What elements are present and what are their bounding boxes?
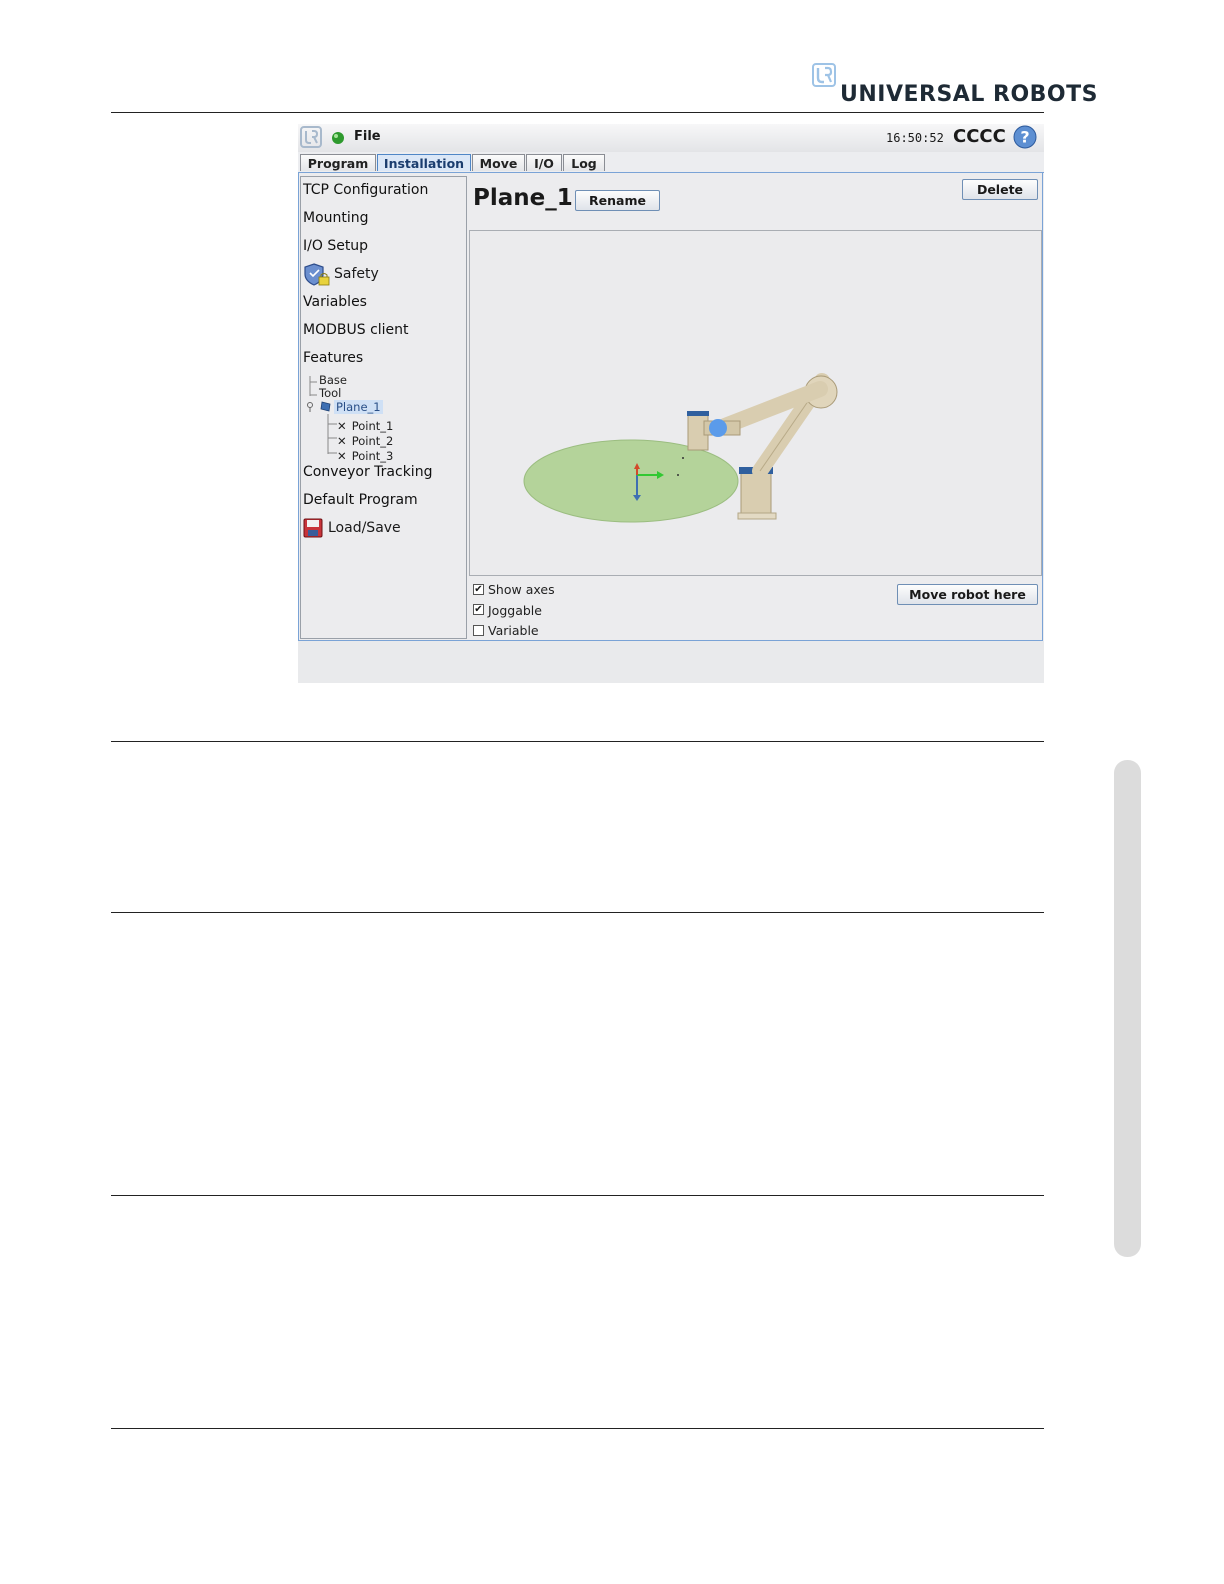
nav-load-save-label: Load/Save bbox=[328, 520, 401, 536]
help-icon[interactable]: ? bbox=[1013, 125, 1037, 149]
polyscope-window: File 16:50:52 CCCC ? Program Installatio… bbox=[298, 124, 1044, 683]
safety-shield-icon bbox=[304, 263, 330, 286]
robot-name: CCCC bbox=[953, 126, 1006, 147]
bottom-bar bbox=[298, 641, 1044, 683]
variable-label: Variable bbox=[488, 623, 539, 638]
section-rule bbox=[111, 1428, 1044, 1429]
header-rule bbox=[111, 112, 1044, 113]
show-axes-checkbox[interactable]: ✔ bbox=[473, 584, 484, 595]
move-robot-here-button[interactable]: Move robot here bbox=[897, 584, 1038, 605]
robot-scene-graphic bbox=[523, 373, 838, 523]
brand-name: UNIVERSAL ROBOTS bbox=[840, 82, 1098, 107]
joggable-label: Joggable bbox=[488, 603, 542, 618]
nav-mounting[interactable]: Mounting bbox=[303, 210, 369, 226]
top-bar: File 16:50:52 CCCC ? bbox=[298, 124, 1044, 152]
tab-program[interactable]: Program bbox=[300, 154, 376, 171]
section-rule bbox=[111, 741, 1044, 742]
tree-base[interactable]: Base bbox=[319, 373, 347, 387]
feature-title: Plane_1 bbox=[473, 185, 573, 211]
tab-move[interactable]: Move bbox=[472, 154, 525, 171]
tab-log[interactable]: Log bbox=[563, 154, 605, 171]
tab-bar: Program Installation Move I/O Log bbox=[298, 152, 1044, 173]
tab-io[interactable]: I/O bbox=[526, 154, 562, 171]
joggable-checkbox[interactable]: ✔ bbox=[473, 604, 484, 615]
tree-tool[interactable]: Tool bbox=[319, 386, 341, 400]
tree-point-3[interactable]: ✕ Point_3 bbox=[337, 445, 393, 464]
nav-conveyor-tracking[interactable]: Conveyor Tracking bbox=[303, 464, 432, 480]
nav-io-setup[interactable]: I/O Setup bbox=[303, 238, 368, 254]
delete-button[interactable]: Delete bbox=[962, 179, 1038, 200]
plane-feature-icon bbox=[320, 401, 331, 412]
universal-robots-logo-icon bbox=[812, 63, 836, 87]
nav-tcp-configuration[interactable]: TCP Configuration bbox=[303, 182, 428, 198]
ur-logo-icon bbox=[300, 126, 322, 148]
side-tab-marker bbox=[1114, 760, 1141, 1257]
rename-button[interactable]: Rename bbox=[575, 190, 660, 211]
nav-modbus-client[interactable]: MODBUS client bbox=[303, 322, 409, 338]
nav-safety[interactable]: Safety bbox=[303, 262, 423, 288]
floppy-disk-icon bbox=[303, 518, 323, 538]
file-menu[interactable]: File bbox=[354, 129, 381, 144]
installation-panel: TCP Configuration Mounting I/O Setup Saf… bbox=[298, 172, 1043, 641]
section-rule bbox=[111, 1195, 1044, 1196]
nav-safety-label: Safety bbox=[334, 266, 379, 282]
show-axes-label: Show axes bbox=[488, 582, 555, 597]
point-x-icon: ✕ bbox=[337, 449, 347, 463]
nav-variables[interactable]: Variables bbox=[303, 294, 367, 310]
nav-features[interactable]: Features bbox=[303, 350, 363, 366]
tree-point-label: Point_3 bbox=[351, 449, 394, 463]
section-rule bbox=[111, 912, 1044, 913]
tab-installation[interactable]: Installation bbox=[377, 154, 471, 171]
3d-viewport[interactable] bbox=[469, 230, 1042, 576]
tree-plane-1[interactable]: Plane_1 bbox=[334, 400, 383, 414]
nav-load-save[interactable]: Load/Save bbox=[303, 516, 423, 542]
expander-icon[interactable] bbox=[304, 401, 316, 413]
status-green-icon bbox=[332, 132, 344, 144]
clock: 16:50:52 bbox=[886, 131, 944, 145]
variable-checkbox[interactable] bbox=[473, 625, 484, 636]
svg-text:?: ? bbox=[1020, 128, 1029, 147]
nav-default-program[interactable]: Default Program bbox=[303, 492, 418, 508]
installation-sidebar: TCP Configuration Mounting I/O Setup Saf… bbox=[300, 176, 467, 639]
